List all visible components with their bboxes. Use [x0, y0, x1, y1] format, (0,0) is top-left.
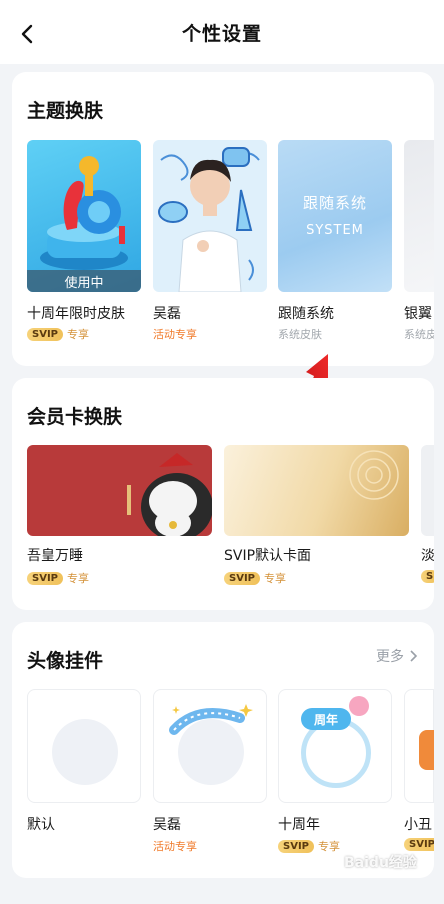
- pendant-section-title: 头像挂件: [27, 650, 104, 672]
- card-name: 淡: [421, 548, 434, 564]
- pendant-section: 头像挂件 更多 默认 吴磊 活动专享 周年 十周年 SVIP 专享 小丑 SVI…: [12, 622, 434, 878]
- more-link[interactable]: 更多: [376, 646, 418, 666]
- wulei-artwork: [158, 147, 260, 292]
- tag-label: 活动专享: [153, 328, 197, 341]
- clown-decor: [419, 730, 434, 770]
- anniversary-label: 周年: [301, 708, 351, 730]
- back-button[interactable]: [14, 20, 42, 48]
- pendant-tag: SVIP: [404, 838, 434, 851]
- theme-tag: SVIP 专享: [27, 326, 89, 342]
- preview-subtitle: SYSTEM: [306, 223, 364, 238]
- tag-label: 系统皮肤: [278, 328, 322, 341]
- card-tag: SVIP 专享: [27, 570, 89, 586]
- theme-tile-wulei[interactable]: [153, 140, 267, 292]
- avatar-placeholder: [52, 719, 118, 785]
- top-bar: 个性设置: [0, 0, 444, 64]
- pendant-tag: 活动专享: [153, 838, 197, 854]
- svip-badge: SVIP: [27, 327, 63, 341]
- page-title: 个性设置: [181, 22, 262, 45]
- theme-tile-silver-wing[interactable]: [404, 140, 434, 292]
- theme-section: 主题换肤 使用中 十周年限时皮肤 SVIP 专享 吴磊 活动专享 跟随系统 SY…: [12, 72, 434, 366]
- member-card-section-title: 会员卡换肤: [27, 406, 123, 428]
- cat-artwork: [127, 453, 212, 536]
- member-card-section: 会员卡换肤 吾皇万睡 SVIP 专享 SVIP默认卡面 SVIP 专享 淡 S: [12, 378, 434, 610]
- in-use-badge: 使用中: [27, 270, 141, 292]
- theme-name: 跟随系统: [278, 306, 334, 322]
- tag-label: 专享: [67, 572, 89, 585]
- tag-label: 活动专享: [153, 840, 197, 853]
- chevron-right-icon: [410, 650, 418, 662]
- tag-label: 系统皮: [404, 328, 434, 341]
- mascot-icon: [349, 696, 369, 716]
- chevron-left-icon: [21, 24, 33, 44]
- theme-name: 银翼: [404, 306, 432, 322]
- svip-badge: SVIP: [404, 838, 434, 851]
- preview-title: 跟随系统: [302, 194, 367, 212]
- theme-tile-anniversary[interactable]: 使用中: [27, 140, 141, 292]
- tag-label: 专享: [318, 840, 340, 853]
- theme-section-title: 主题换肤: [27, 100, 104, 122]
- pendant-name: 十周年: [278, 817, 320, 833]
- pendant-clown[interactable]: [404, 689, 434, 803]
- pendant-default[interactable]: [27, 689, 141, 803]
- card-name: 吾皇万睡: [27, 548, 83, 564]
- pendant-wulei[interactable]: [153, 689, 267, 803]
- pendant-name: 默认: [27, 817, 55, 833]
- rings-decoration: [349, 450, 399, 500]
- card-tile-emperor[interactable]: [27, 445, 212, 536]
- pendant-tag: SVIP 专享: [278, 838, 340, 854]
- pendant-name: 吴磊: [153, 817, 181, 833]
- theme-tag: 系统皮: [404, 326, 434, 342]
- tag-label: 专享: [67, 328, 89, 341]
- card-tile-svip-default[interactable]: [224, 445, 409, 536]
- svip-badge: SVIP: [224, 571, 260, 585]
- svip-badge: SVIP: [278, 839, 314, 853]
- svip-badge: S: [421, 570, 434, 583]
- pendant-name: 小丑: [404, 817, 432, 833]
- card-tile-light[interactable]: [421, 445, 434, 536]
- theme-tag: 活动专享: [153, 326, 197, 342]
- svip-badge: SVIP: [27, 571, 63, 585]
- theme-name: 吴磊: [153, 306, 181, 322]
- wulei-pendant-decor: [169, 704, 253, 735]
- theme-tile-follow-system[interactable]: 跟随系统 SYSTEM: [278, 140, 392, 292]
- watermark: Baidu经验: [344, 855, 417, 871]
- card-tag: S: [421, 570, 434, 583]
- tag-label: 专享: [264, 572, 286, 585]
- pendant-anniversary[interactable]: 周年: [278, 689, 392, 803]
- card-name: SVIP默认卡面: [224, 548, 312, 564]
- more-label: 更多: [376, 649, 404, 665]
- theme-name: 十周年限时皮肤: [27, 306, 125, 322]
- card-tag: SVIP 专享: [224, 570, 286, 586]
- theme-tag: 系统皮肤: [278, 326, 322, 342]
